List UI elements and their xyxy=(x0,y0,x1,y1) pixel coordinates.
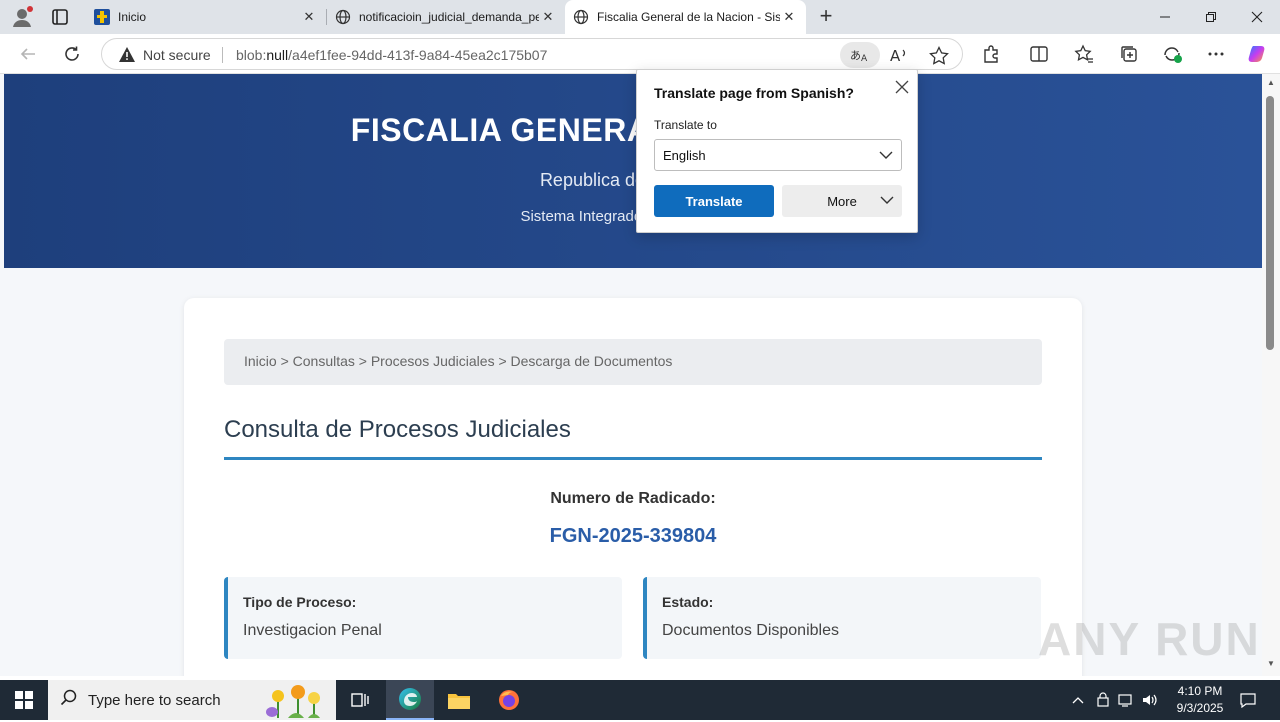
url-path: /a4ef1fee-94dd-413f-9a84-45ea2c175b07 xyxy=(288,47,548,63)
svg-text:A: A xyxy=(890,47,901,64)
anyrun-watermark: ANY RUN xyxy=(1038,613,1261,665)
tab-actions-icon[interactable] xyxy=(48,6,72,28)
clock-date: 9/3/2025 xyxy=(1176,701,1224,715)
close-icon[interactable] xyxy=(893,78,911,96)
tab-fiscalia[interactable]: Fiscalia General de la Nacion - Sis ✕ xyxy=(565,0,806,34)
show-hidden-icons-chevron-icon[interactable] xyxy=(1068,680,1088,720)
minimize-button[interactable] xyxy=(1142,0,1188,34)
volume-icon[interactable] xyxy=(1140,680,1160,720)
back-button[interactable] xyxy=(14,41,42,67)
page-viewport: FISCALIA GENERAL DE LA NACION Republica … xyxy=(0,74,1262,676)
info-box-tipo-proceso: Tipo de Proceso: Investigacion Penal xyxy=(224,577,622,659)
split-screen-icon[interactable] xyxy=(1027,43,1051,65)
file-explorer-icon[interactable] xyxy=(435,680,483,720)
close-tab-icon[interactable]: ✕ xyxy=(300,8,318,26)
url-scheme: blob: xyxy=(236,47,267,63)
translate-popup: Translate page from Spanish? Translate t… xyxy=(636,69,918,233)
fiscalia-favicon-icon xyxy=(94,9,110,25)
translate-icon[interactable]: あA xyxy=(840,42,880,68)
start-button[interactable] xyxy=(0,680,48,720)
more-button[interactable]: More xyxy=(782,185,902,217)
restore-button[interactable] xyxy=(1188,0,1234,34)
globe-icon xyxy=(335,9,351,25)
info-box-estado: Estado: Documentos Disponibles xyxy=(643,577,1041,659)
tab-title: Fiscalia General de la Nacion - Sis xyxy=(597,10,780,24)
profile-icon[interactable] xyxy=(10,6,34,28)
refresh-button[interactable] xyxy=(58,41,86,67)
page-scrollbar[interactable]: ▲ ▼ xyxy=(1262,74,1280,676)
clock-time: 4:10 PM xyxy=(1177,684,1223,698)
tab-title: notificacioin_judicial_demanda_pe xyxy=(359,10,539,24)
tab-title: Inicio xyxy=(118,10,147,24)
flowers-decoration-icon xyxy=(258,682,334,722)
warning-icon[interactable] xyxy=(118,46,136,68)
info-value: Investigacion Penal xyxy=(243,622,382,639)
extensions-icon[interactable] xyxy=(979,43,1003,65)
radicado-label: Numero de Radicado: xyxy=(550,490,716,507)
security-label[interactable]: Not secure xyxy=(143,47,211,63)
url-host: null xyxy=(266,47,289,63)
tab-inicio[interactable]: Inicio ✕ xyxy=(86,0,326,34)
page-header-banner: FISCALIA GENERAL DE LA NACION Republica … xyxy=(4,74,1262,268)
network-icon[interactable] xyxy=(1116,680,1136,720)
scrollbar-thumb[interactable] xyxy=(1266,96,1274,350)
address-bar[interactable]: Not secure blob:null/a4ef1fee-94dd-413f-… xyxy=(101,38,963,70)
read-aloud-icon[interactable]: A xyxy=(888,45,910,65)
notifications-icon[interactable] xyxy=(1236,680,1260,720)
more-options-icon[interactable] xyxy=(1204,43,1228,65)
collections-icon[interactable] xyxy=(1117,43,1141,65)
tab-notificacion[interactable]: notificacioin_judicial_demanda_pe ✕ xyxy=(327,0,565,34)
language-select[interactable]: English xyxy=(654,139,902,171)
site-subtitle: Republica de Colombia xyxy=(539,170,727,190)
site-system-name: Sistema Integrado de Informacion xyxy=(520,208,746,225)
close-tab-icon[interactable]: ✕ xyxy=(780,8,798,26)
chevron-down-icon xyxy=(879,149,893,164)
search-placeholder: Type here to search xyxy=(88,691,221,709)
info-label: Tipo de Proceso: xyxy=(243,594,357,610)
windows-taskbar: Type here to search 4:10 PM 9/3/2025 xyxy=(0,680,1280,720)
breadcrumb[interactable]: Inicio > Consultas > Procesos Judiciales… xyxy=(224,339,1042,385)
site-title: FISCALIA GENERAL DE LA NACION xyxy=(350,112,916,148)
info-label: Estado: xyxy=(662,594,714,610)
favorites-icon[interactable] xyxy=(1072,43,1096,65)
task-view-icon[interactable] xyxy=(336,680,384,720)
scroll-down-arrow-icon[interactable]: ▼ xyxy=(1266,659,1276,669)
edge-taskbar-icon[interactable] xyxy=(386,680,434,720)
title-divider xyxy=(224,457,1042,460)
translate-to-label: Translate to xyxy=(654,118,717,132)
scroll-up-arrow-icon[interactable]: ▲ xyxy=(1266,78,1276,88)
page-title: Consulta de Procesos Judiciales xyxy=(224,416,571,443)
globe-icon xyxy=(573,9,589,25)
translate-popup-title: Translate page from Spanish? xyxy=(654,85,854,101)
browser-essentials-icon[interactable] xyxy=(1161,43,1185,65)
close-window-button[interactable] xyxy=(1234,0,1280,34)
new-tab-button[interactable]: + xyxy=(814,5,838,29)
browser-toolbar: Not secure blob:null/a4ef1fee-94dd-413f-… xyxy=(0,34,1280,74)
chevron-down-icon xyxy=(880,194,894,209)
address-divider xyxy=(222,47,223,63)
svg-text:A: A xyxy=(861,54,868,63)
translate-button[interactable]: Translate xyxy=(654,185,774,217)
favorite-star-icon[interactable] xyxy=(928,45,950,65)
taskbar-search-box[interactable]: Type here to search xyxy=(48,680,336,720)
info-value: Documentos Disponibles xyxy=(662,622,839,639)
taskbar-clock[interactable]: 4:10 PM 9/3/2025 xyxy=(1160,683,1240,717)
security-tray-icon[interactable] xyxy=(1093,680,1113,720)
url-text[interactable]: blob:null/a4ef1fee-94dd-413f-9a84-45ea2c… xyxy=(236,47,547,63)
browser-tab-strip: Inicio ✕ notificacioin_judicial_demanda_… xyxy=(0,0,1280,34)
copilot-icon[interactable] xyxy=(1246,43,1270,65)
radicado-value: FGN-2025-339804 xyxy=(549,525,717,547)
selected-language: English xyxy=(663,148,706,163)
search-icon xyxy=(60,689,78,711)
close-tab-icon[interactable]: ✕ xyxy=(539,8,557,26)
content-card: Inicio > Consultas > Procesos Judiciales… xyxy=(184,298,1082,676)
firefox-icon[interactable] xyxy=(485,680,533,720)
svg-text:あ: あ xyxy=(850,49,861,62)
more-button-label: More xyxy=(827,193,857,209)
